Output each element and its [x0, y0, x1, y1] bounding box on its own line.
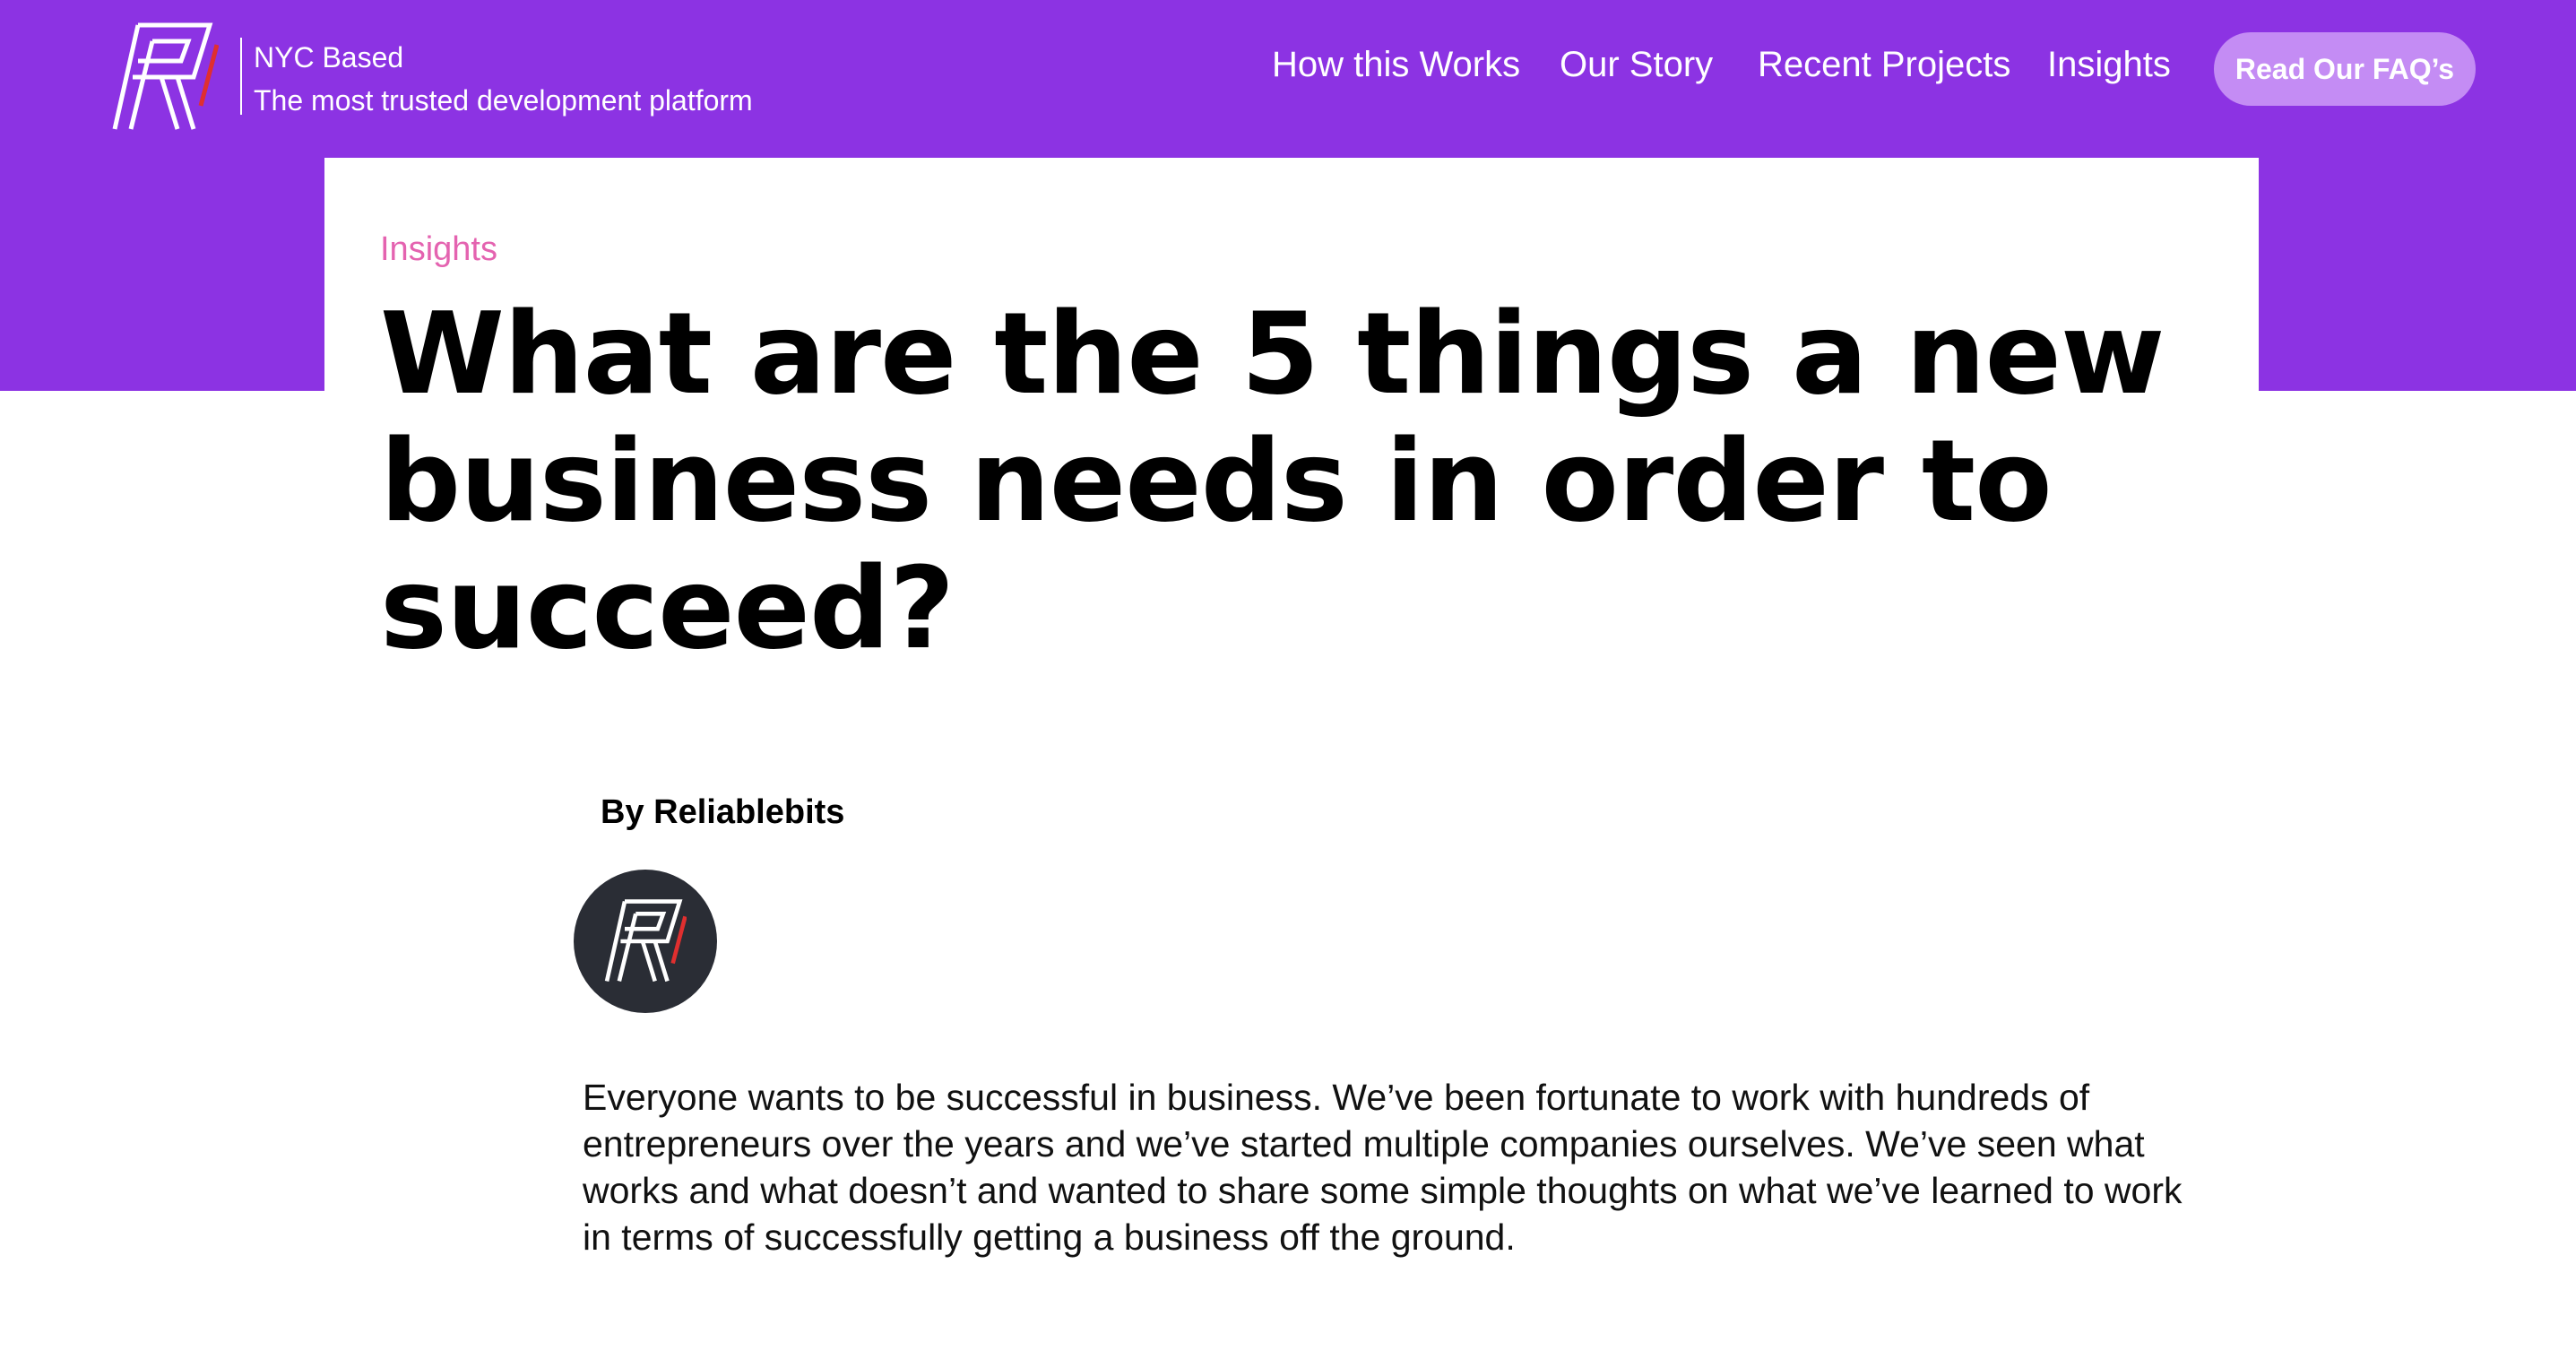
logo-divider — [240, 38, 242, 115]
nav-recent-projects[interactable]: Recent Projects — [1758, 41, 2010, 88]
article-category[interactable]: Insights — [380, 228, 497, 271]
reliablebits-logo-icon[interactable] — [111, 22, 219, 133]
page: NYC Based The most trusted development p… — [0, 0, 2576, 1368]
nav-how-this-works[interactable]: How this Works — [1272, 41, 1520, 88]
nav-insights[interactable]: Insights — [2047, 41, 2171, 88]
read-faq-button[interactable]: Read Our FAQ’s — [2214, 32, 2476, 106]
author-avatar — [574, 870, 717, 1013]
article-title: What are the 5 things a new business nee… — [380, 288, 2165, 674]
article-author: By Reliablebits — [601, 793, 845, 831]
tagline-description: The most trusted development platform — [254, 84, 753, 117]
reliablebits-avatar-icon — [604, 899, 687, 983]
article-intro-paragraph: Everyone wants to be successful in busin… — [583, 1077, 2183, 1258]
tagline-city: NYC Based — [254, 41, 404, 74]
nav-our-story[interactable]: Our Story — [1560, 41, 1713, 88]
